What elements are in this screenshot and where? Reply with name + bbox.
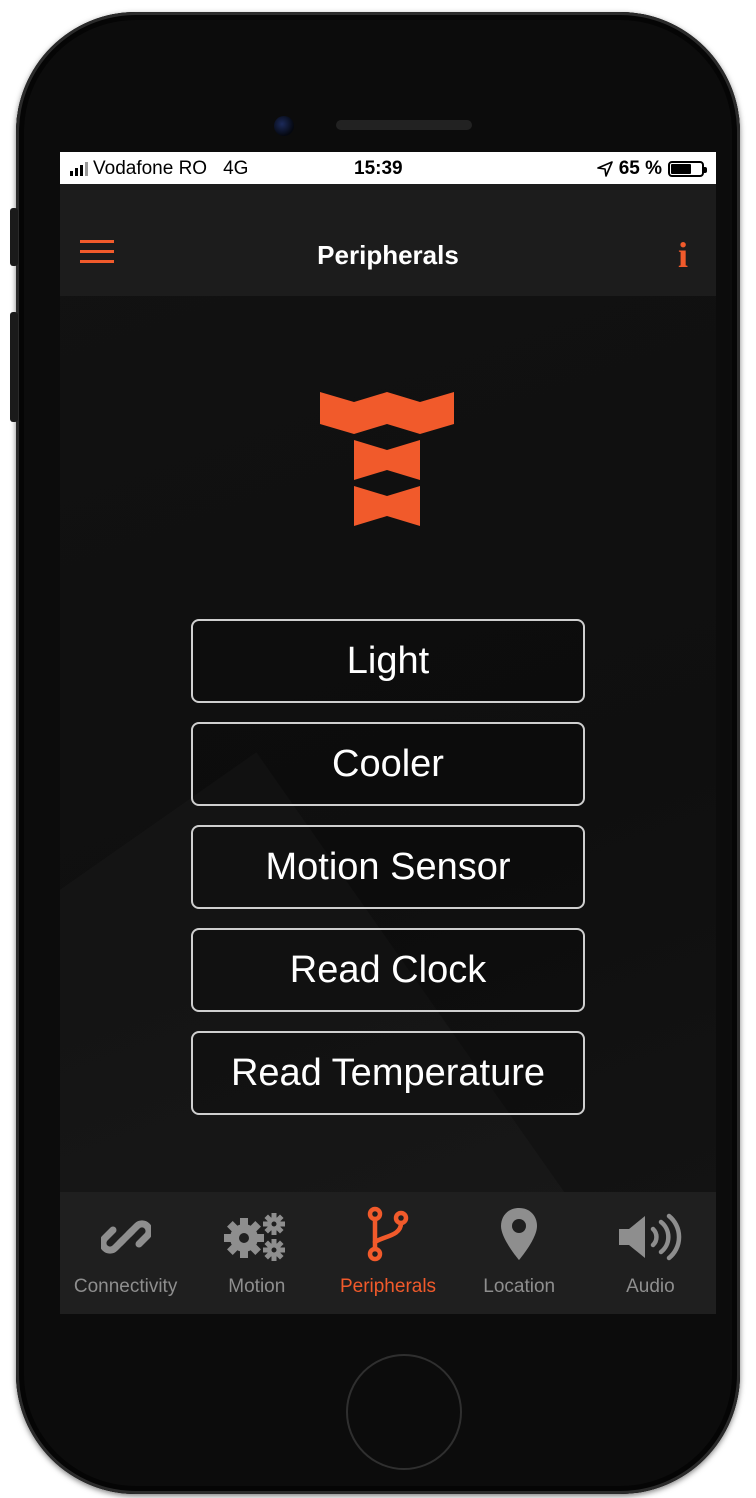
clock: 15:39 [354, 158, 403, 179]
gears-icon [191, 1192, 322, 1262]
home-button[interactable] [346, 1354, 462, 1470]
nav-bar: Peripherals i [60, 184, 716, 296]
tab-label: Peripherals [339, 1276, 437, 1297]
tab-motion[interactable]: Motion [191, 1192, 322, 1314]
location-pin-icon [454, 1192, 585, 1262]
peripheral-button-list: Light Cooler Motion Sensor Read Clock Read T… [191, 619, 585, 1134]
battery-fill [671, 164, 691, 174]
tab-audio[interactable]: Audio [585, 1192, 716, 1314]
front-camera [274, 116, 294, 136]
network-type: 4G [223, 158, 249, 179]
link-icon [60, 1192, 191, 1262]
tab-location[interactable]: Location [454, 1192, 585, 1314]
brand-logo [320, 392, 454, 526]
mute-switch [10, 208, 18, 266]
tab-label: Location [483, 1276, 556, 1297]
tab-peripherals[interactable]: Peripherals [322, 1192, 453, 1314]
page-title: Peripherals [317, 240, 459, 270]
carrier-name: Vodafone RO [93, 158, 208, 179]
signal-icon [70, 162, 88, 176]
status-left: Vodafone RO 4G [70, 158, 248, 180]
read-temperature-button[interactable]: Read Temperature [191, 1031, 585, 1115]
app-screen: Vodafone RO 4G 15:39 65 % Peripherals i … [60, 152, 716, 1314]
tab-label: Audio [626, 1276, 675, 1297]
branch-icon [322, 1192, 453, 1262]
motion-sensor-button[interactable]: Motion Sensor [191, 825, 585, 909]
tab-connectivity[interactable]: Connectivity [60, 1192, 191, 1314]
tab-bar: Connectivity Motion Peripherals Location Aud… [60, 1192, 716, 1314]
location-arrow-icon [596, 161, 613, 177]
tab-label: Connectivity [73, 1276, 178, 1297]
status-bar: Vodafone RO 4G 15:39 65 % [60, 152, 716, 184]
earpiece-speaker [336, 120, 472, 130]
read-clock-button[interactable]: Read Clock [191, 928, 585, 1012]
volume-button [10, 312, 18, 422]
info-icon[interactable]: i [678, 234, 688, 276]
tab-label: Motion [228, 1276, 286, 1297]
status-right: 65 % [596, 158, 707, 180]
speaker-icon [585, 1192, 716, 1262]
cooler-button[interactable]: Cooler [191, 722, 585, 806]
battery-icon [668, 161, 707, 177]
light-button[interactable]: Light [191, 619, 585, 703]
battery-percent: 65 % [618, 158, 662, 179]
